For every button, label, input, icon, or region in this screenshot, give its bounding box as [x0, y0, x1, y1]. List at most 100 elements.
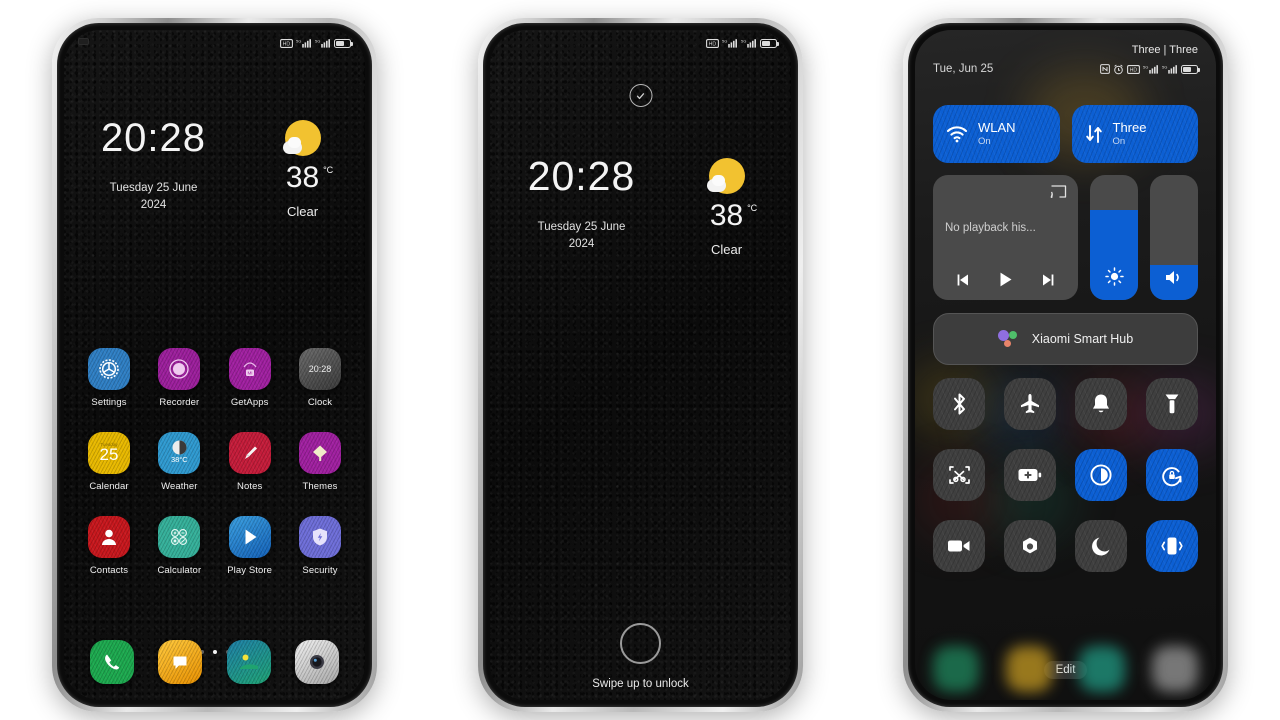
- app-label: GetApps: [230, 397, 269, 408]
- browser-icon[interactable]: [226, 640, 271, 684]
- battery-saver-toggle[interactable]: [1004, 449, 1056, 501]
- alarm-icon: [1113, 64, 1124, 75]
- app-contacts[interactable]: Contacts: [78, 516, 140, 576]
- signal-5g-icon: 5G: [296, 38, 312, 48]
- themes-brush-icon[interactable]: [298, 432, 341, 474]
- screenshot-toggle[interactable]: [933, 449, 985, 501]
- brightness-fill: [1090, 210, 1138, 300]
- screen-record-icon: [948, 540, 970, 552]
- app-calculator[interactable]: Calculator: [148, 516, 210, 576]
- dark-mode-toggle[interactable]: [1075, 449, 1127, 501]
- airplane-mode-toggle[interactable]: [1004, 378, 1056, 430]
- app-row-3: Contacts Calculator Play Store Security: [78, 516, 351, 576]
- mobile-data-tile[interactable]: Three On: [1071, 105, 1198, 163]
- calendar-icon[interactable]: Tuesday 25: [88, 432, 130, 474]
- check-circle-icon[interactable]: [629, 84, 652, 107]
- rotation-lock-toggle[interactable]: [1146, 449, 1198, 501]
- app-row-2: Tuesday 25 Calendar 38°C Weather Notes T…: [78, 432, 351, 492]
- volume-slider[interactable]: [1150, 175, 1198, 300]
- toggle-row-3: [933, 520, 1198, 572]
- media-player-card[interactable]: No playback his...: [933, 175, 1078, 300]
- flashlight-toggle[interactable]: [1146, 378, 1198, 430]
- app-settings[interactable]: Settings: [78, 348, 140, 408]
- vibrate-icon: [1161, 537, 1183, 555]
- app-security[interactable]: Security: [289, 516, 351, 576]
- status-bar: HD 5G 5G: [1100, 64, 1200, 75]
- clock-column: 20:28 Tuesday 25 June 2024: [79, 118, 229, 219]
- home-clock-widget[interactable]: 20:28 Tuesday 25 June 2024 38 °C Clear: [64, 118, 365, 219]
- unlock-area[interactable]: Swipe up to unlock: [490, 623, 791, 690]
- brightness-icon: [1090, 267, 1138, 286]
- blurred-app-2: [1006, 646, 1052, 692]
- weather-moon-icon[interactable]: 38°C: [158, 432, 201, 474]
- wlan-label: WLAN: [978, 119, 1016, 135]
- contacts-person-icon[interactable]: [88, 516, 130, 558]
- lock-screen[interactable]: HD 5G 5G 20:28 Tuesday 25 June 2024 38 °…: [490, 30, 791, 700]
- clock-icon-time: 20:28: [308, 364, 332, 374]
- volume-icon: [1150, 269, 1198, 286]
- clock-icon[interactable]: 20:28: [298, 348, 341, 390]
- assistant-dots-icon: [997, 328, 1020, 350]
- airplane-icon: [1021, 394, 1039, 414]
- blurred-app-4: [1152, 646, 1198, 692]
- app-label: Notes: [236, 481, 263, 492]
- brightness-slider[interactable]: [1090, 175, 1138, 300]
- fingerprint-ring-icon[interactable]: [620, 623, 661, 664]
- weather-widget[interactable]: 38 °C Clear: [255, 118, 351, 219]
- app-label: Settings: [91, 397, 127, 408]
- unlock-hint: Swipe up to unlock: [592, 678, 689, 690]
- blurred-app-1: [933, 646, 979, 692]
- svg-text:HD: HD: [283, 41, 291, 47]
- rotation-lock-icon: [1162, 467, 1182, 487]
- app-recorder[interactable]: Recorder: [148, 348, 210, 408]
- media-title: No playback his...: [945, 222, 1036, 234]
- app-play-store[interactable]: Play Store: [219, 516, 281, 576]
- header-row: Tue, Jun 25 HD 5G 5G: [933, 63, 1200, 75]
- battery-saver-icon: [1018, 469, 1042, 481]
- getapps-bag-icon[interactable]: MI: [228, 348, 271, 390]
- weather-widget[interactable]: 38 °C Clear: [679, 156, 775, 257]
- weather-temp-value: 38: [285, 161, 320, 194]
- phone-bezel: Three | Three Tue, Jun 25 HD 5G 5G WLAN …: [908, 23, 1223, 707]
- svg-text:5G: 5G: [722, 38, 727, 43]
- app-clock[interactable]: 20:28 Clock: [289, 348, 351, 408]
- app-themes[interactable]: Themes: [289, 432, 351, 492]
- app-calendar[interactable]: Tuesday 25 Calendar: [78, 432, 140, 492]
- play-icon[interactable]: [997, 271, 1014, 288]
- camera-toggle[interactable]: [1004, 520, 1056, 572]
- calculator-icon[interactable]: [158, 516, 201, 558]
- vibrate-toggle[interactable]: [1146, 520, 1198, 572]
- toggle-row-1: [933, 378, 1198, 430]
- camera-icon[interactable]: [294, 640, 339, 684]
- svg-text:HD: HD: [709, 41, 717, 47]
- phone-icon[interactable]: [90, 640, 135, 684]
- app-getapps[interactable]: MI GetApps: [219, 348, 281, 408]
- do-not-disturb-toggle[interactable]: [1075, 520, 1127, 572]
- flashlight-icon: [1165, 394, 1179, 414]
- play-store-icon[interactable]: [228, 516, 271, 558]
- wlan-tile[interactable]: WLAN On: [933, 105, 1060, 163]
- media-and-sliders: No playback his...: [933, 175, 1198, 300]
- battery-icon: [760, 38, 779, 48]
- ringtone-toggle[interactable]: [1075, 378, 1127, 430]
- control-center-screen[interactable]: Three | Three Tue, Jun 25 HD 5G 5G WLAN …: [915, 30, 1216, 700]
- security-shield-icon[interactable]: [298, 516, 341, 558]
- app-notes[interactable]: Notes: [219, 432, 281, 492]
- home-screen[interactable]: HD 5G 5G 20:28 Tuesday 25 June 2024 38 °…: [64, 30, 365, 700]
- weather-condition: Clear: [286, 203, 319, 219]
- recorder-icon[interactable]: [158, 348, 201, 390]
- next-icon[interactable]: [1041, 273, 1055, 287]
- app-weather[interactable]: 38°C Weather: [148, 432, 210, 492]
- app-label: Themes: [302, 481, 338, 492]
- previous-icon[interactable]: [956, 273, 970, 287]
- bluetooth-toggle[interactable]: [933, 378, 985, 430]
- screen-recorder-toggle[interactable]: [933, 520, 985, 572]
- phone-bezel: HD 5G 5G 20:28 Tuesday 25 June 2024 38 °…: [483, 23, 798, 707]
- weather-temp-value: 38: [709, 199, 744, 232]
- svg-text:MI: MI: [247, 371, 252, 376]
- messages-icon[interactable]: [158, 640, 203, 684]
- notes-pencil-icon[interactable]: [228, 432, 271, 474]
- signal-5g-icon: 5G: [1162, 64, 1178, 74]
- settings-gear-icon[interactable]: [88, 348, 130, 390]
- smart-hub-card[interactable]: Xiaomi Smart Hub: [933, 313, 1198, 365]
